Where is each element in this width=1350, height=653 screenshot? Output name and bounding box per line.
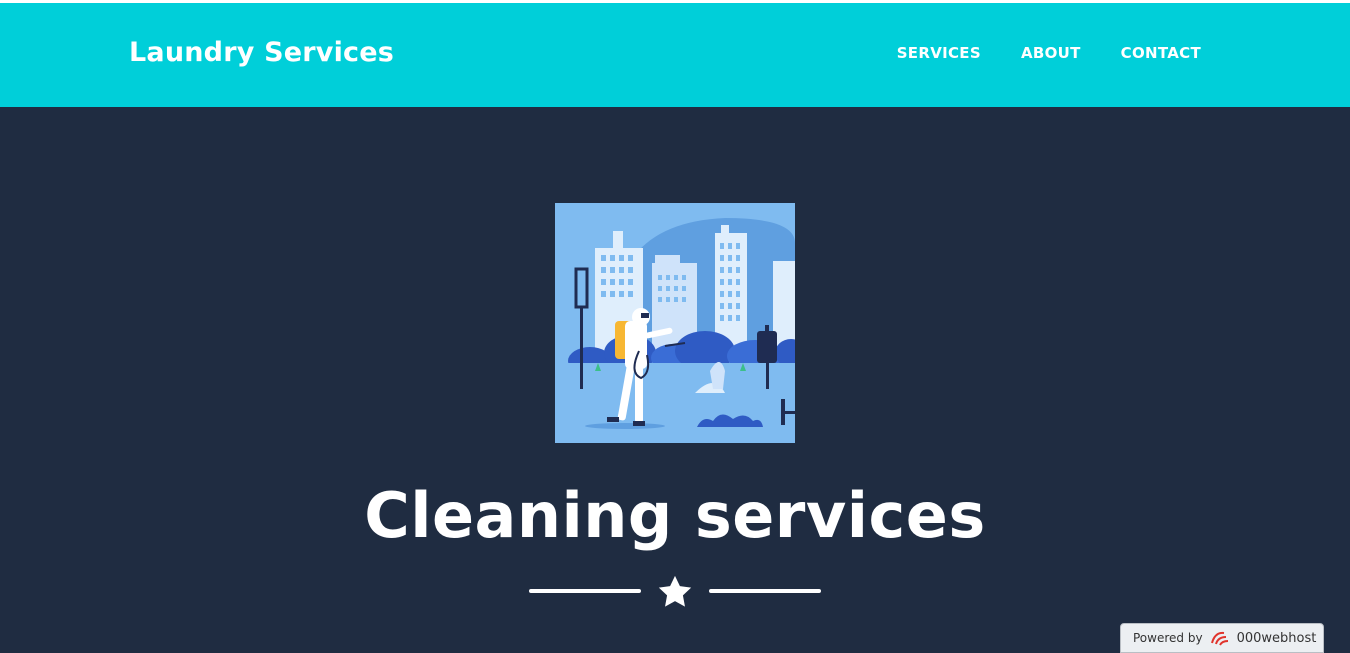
divider-line-right	[709, 589, 821, 593]
hero-title: Cleaning services	[364, 479, 986, 552]
nav-link-services[interactable]: SERVICES	[897, 44, 981, 62]
divider-line-left	[529, 589, 641, 593]
brand-link[interactable]: Laundry Services	[129, 37, 394, 68]
hero-illustration	[555, 203, 795, 443]
star-icon	[658, 575, 692, 607]
badge-powered-label: Powered by	[1133, 631, 1203, 645]
navbar: Laundry Services SERVICES ABOUT CONTACT	[0, 3, 1350, 107]
nav-links: SERVICES ABOUT CONTACT	[897, 44, 1201, 62]
badge-brand-label: 000webhost	[1236, 630, 1317, 646]
000webhost-logo-icon	[1210, 631, 1228, 646]
nav-link-about[interactable]: ABOUT	[1021, 44, 1081, 62]
masthead: Cleaning services	[0, 107, 1350, 651]
nav-link-contact[interactable]: CONTACT	[1121, 44, 1201, 62]
powered-by-badge[interactable]: Powered by 000webhost	[1120, 623, 1324, 653]
